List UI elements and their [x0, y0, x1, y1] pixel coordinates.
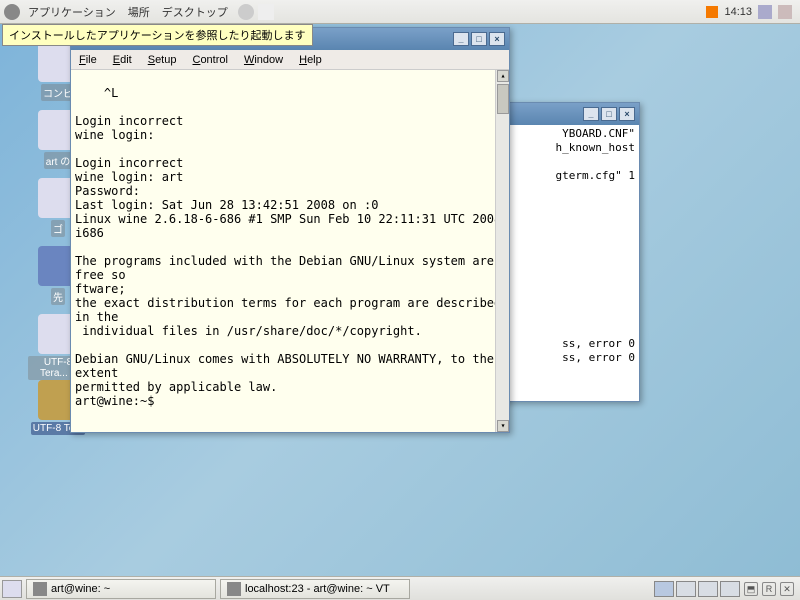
- scroll-up-icon[interactable]: ▴: [497, 70, 509, 82]
- close-button[interactable]: ×: [619, 107, 635, 121]
- workspace-1[interactable]: [654, 581, 674, 597]
- terminal-text: ^L Login incorrect wine login: Login inc…: [75, 86, 509, 408]
- tray-icon-r[interactable]: R: [762, 582, 776, 596]
- close-button[interactable]: ×: [489, 32, 505, 46]
- update-notifier-icon[interactable]: [706, 6, 718, 18]
- menu-applications[interactable]: アプリケーション: [22, 4, 122, 20]
- minimize-button[interactable]: _: [453, 32, 469, 46]
- menu-window[interactable]: Window: [236, 54, 291, 66]
- menubar: File Edit Setup Control Window Help: [71, 50, 509, 70]
- clock[interactable]: 14:13: [724, 6, 752, 18]
- mail-icon[interactable]: [258, 4, 274, 20]
- terminal-icon: [33, 582, 47, 596]
- terminal-body[interactable]: ^L Login incorrect wine login: Login inc…: [71, 70, 509, 432]
- workspace-3[interactable]: [698, 581, 718, 597]
- volume-icon[interactable]: [758, 5, 772, 19]
- maximize-button[interactable]: □: [601, 107, 617, 121]
- scroll-down-icon[interactable]: ▾: [497, 420, 509, 432]
- minimize-button[interactable]: _: [583, 107, 599, 121]
- workspace-pager: [654, 581, 744, 597]
- gnome-foot-icon[interactable]: [4, 4, 20, 20]
- maximize-button[interactable]: □: [471, 32, 487, 46]
- browser-icon[interactable]: [238, 4, 254, 20]
- workspace-2[interactable]: [676, 581, 696, 597]
- tooltip: インストールしたアプリケーションを参照したり起動します: [2, 24, 313, 46]
- top-panel: アプリケーション 場所 デスクトップ 14:13: [0, 0, 800, 24]
- system-tray: 14:13: [706, 5, 796, 19]
- main-terminal-window[interactable]: t@wine: ~ VT _ □ × File Edit Setup Contr…: [70, 27, 510, 433]
- menu-places[interactable]: 場所: [122, 4, 156, 20]
- menu-help[interactable]: Help: [291, 54, 330, 66]
- terminal-scrollbar[interactable]: ▴ ▾: [495, 70, 509, 432]
- task-button-2[interactable]: localhost:23 - art@wine: ~ VT: [220, 579, 410, 599]
- bottom-panel: art@wine: ~ localhost:23 - art@wine: ~ V…: [0, 576, 800, 600]
- menu-control[interactable]: Control: [184, 54, 235, 66]
- workspace-4[interactable]: [720, 581, 740, 597]
- menu-setup[interactable]: Setup: [140, 54, 185, 66]
- menu-edit[interactable]: Edit: [105, 54, 140, 66]
- task-button-1[interactable]: art@wine: ~: [26, 579, 216, 599]
- terminal-icon: [227, 582, 241, 596]
- scroll-thumb[interactable]: [497, 84, 509, 114]
- menu-desktop[interactable]: デスクトップ: [156, 4, 234, 20]
- tray-icon-x[interactable]: ✕: [780, 582, 794, 596]
- network-icon[interactable]: [778, 5, 792, 19]
- show-desktop-button[interactable]: [2, 580, 22, 598]
- menu-file[interactable]: File: [71, 54, 105, 66]
- tray-icon-1[interactable]: ⬒: [744, 582, 758, 596]
